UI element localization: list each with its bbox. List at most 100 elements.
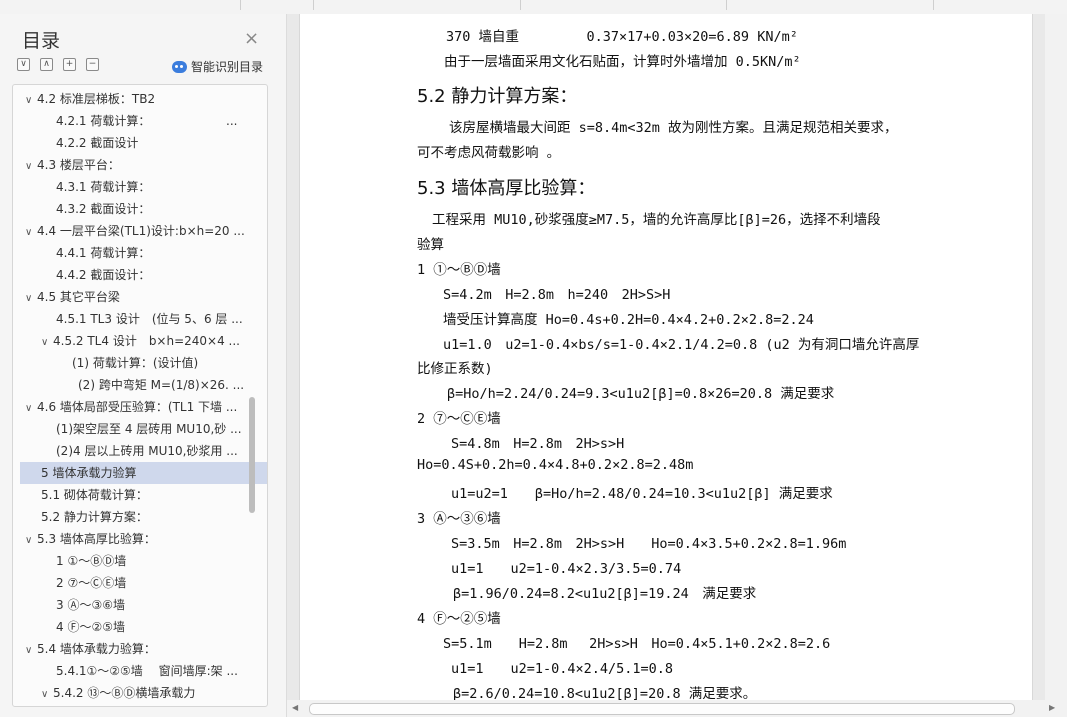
toc-item[interactable]: 4.2.2 截面设计 [13, 132, 267, 154]
toc-item-label: 4.2.2 截面设计 [56, 136, 139, 150]
expand-up-icon[interactable]: ∧ [40, 58, 53, 71]
add-heading-icon[interactable]: + [63, 58, 76, 71]
toc-item-label: 4.4.1 荷载计算： [56, 246, 151, 260]
toc-item[interactable]: 2 ⑦～ⒸⒺ墙 [13, 572, 267, 594]
toc-item[interactable]: (1) 荷载计算：(设计值) [13, 352, 267, 374]
toc-item-label: (2) 跨中弯矩 M=(1/8)×26. ... [78, 378, 245, 392]
toc-item[interactable]: 4 Ⓕ～②⑤墙 [13, 616, 267, 638]
toc-item[interactable]: ∨ 4.3 楼层平台： [13, 154, 259, 176]
toc-item-label: 4.6 墙体局部受压验算：(TL1 下墙 ... [37, 400, 238, 414]
toc-item-label: 4.5 其它平台梁 [37, 290, 120, 304]
toc-item[interactable]: ∨ 5.4.2 ⑬～ⒷⒹ横墙承载力 [13, 682, 267, 704]
more-icon[interactable]: ... [226, 110, 237, 132]
chevron-down-icon[interactable]: ∨ [25, 222, 37, 242]
toc-item[interactable]: 4.5.1 TL3 设计 (位与 5、6 层 ... [13, 308, 267, 330]
toc-scrollbar[interactable] [249, 397, 255, 513]
toc-item[interactable]: ∨ 4.5 其它平台梁 [13, 286, 259, 308]
doc-line: S=5.1m H=2.8m 2H>s>H Ho=0.4×5.1+0.2×2.8=… [443, 636, 831, 652]
toc-item[interactable]: 3 Ⓐ～③⑥墙 [13, 594, 267, 616]
horizontal-scrollbar[interactable]: ◀ ▶ [287, 700, 1067, 717]
ruler-tick [240, 0, 241, 10]
toc-item[interactable]: (2)4 层以上砖用 MU10,砂浆用 ... [13, 440, 267, 462]
doc-line: β=Ho/h=2.24/0.24=9.3<u1u2[β]=0.8×26=20.8… [447, 386, 835, 402]
toc-item-label: 4.5.1 TL3 设计 (位与 5、6 层 ... [56, 312, 243, 326]
close-icon[interactable]: × [244, 28, 259, 49]
doc-line: 1 ①～ⒷⒹ墙 [417, 262, 501, 278]
smart-toc-button[interactable]: 智能识别目录 [172, 58, 263, 75]
section-heading: 5.3 墙体高厚比验算： [417, 178, 596, 199]
toc-item[interactable]: 4.2.1 荷载计算：... [13, 110, 267, 132]
toc-toolbar: ∨ ∧ + − [17, 58, 99, 71]
horizontal-scroll-thumb[interactable] [309, 703, 1015, 715]
toc-sidebar: 目录 × ∨ ∧ + − 智能识别目录 ∨ 4.2 标准层梯板：TB2 4.2.1… [0, 14, 287, 717]
toc-item-label: 5 墙体承载力验算 [41, 466, 137, 480]
doc-line: 370 墙自重 0.37×17+0.03×20=6.89 KN/m² [446, 29, 798, 45]
toc-item-label: 4.5.2 TL4 设计 b×h=240×4 ... [53, 334, 240, 348]
chevron-down-icon[interactable]: ∨ [25, 156, 37, 176]
ruler-tick [520, 0, 521, 10]
remove-heading-icon[interactable]: − [86, 58, 99, 71]
chevron-down-icon[interactable]: ∨ [41, 332, 53, 352]
toc-item[interactable]: ∨ 4.6 墙体局部受压验算：(TL1 下墙 ... [13, 396, 259, 418]
doc-line: S=4.8m H=2.8m 2H>s>H [451, 436, 625, 452]
toc-item-selected[interactable]: 5 墙体承载力验算 [20, 462, 267, 484]
ruler-tick [313, 0, 314, 10]
toc-item[interactable]: (1)架空层至 4 层砖用 MU10,砂 ... [13, 418, 267, 440]
chevron-down-icon[interactable]: ∨ [25, 398, 37, 418]
doc-line: u1=1.0 u2=1-0.4×bs/s=1-0.4×2.1/4.2=0.8 (… [443, 337, 920, 353]
toc-item-label: 4.3.1 荷载计算： [56, 180, 151, 194]
doc-line: 验算 [417, 237, 444, 253]
doc-line: 墙受压计算高度 Ho=0.4s+0.2H=0.4×4.2+0.2×2.8=2.2… [443, 312, 814, 328]
toc-item-label: 4.3 楼层平台： [37, 158, 120, 172]
toc-item-label: 4.2 标准层梯板：TB2 [37, 92, 156, 106]
toc-item-label: 5.3 墙体高厚比验算： [37, 532, 156, 546]
toc-item-label: 4 Ⓕ～②⑤墙 [56, 620, 125, 634]
toc-item[interactable]: 4.4.2 截面设计： [13, 264, 267, 286]
vertical-scrollbar[interactable] [1045, 14, 1067, 700]
toc-item-label: 5.4.2 ⑬～ⒷⒹ横墙承载力 [53, 686, 196, 700]
toc-title: 目录 [22, 30, 61, 52]
toc-item-label: 4.4.2 截面设计： [56, 268, 151, 282]
toc-item[interactable]: 4.4.1 荷载计算： [13, 242, 267, 264]
doc-line: 4 Ⓕ～②⑤墙 [417, 611, 501, 627]
toc-item[interactable]: 5.2 静力计算方案： [13, 506, 267, 528]
toc-item-label: (1)架空层至 4 层砖用 MU10,砂 ... [56, 422, 242, 436]
doc-line: 工程采用 MU10,砂浆强度≥M7.5，墙的允许高厚比[β]=26，选择不利墙段 [432, 212, 881, 228]
top-ruler [0, 0, 1067, 15]
toc-item[interactable]: 1 ①～ⒷⒹ墙 [13, 550, 267, 572]
toc-item[interactable]: ∨ 5.3 墙体高厚比验算： [13, 528, 259, 550]
toc-item[interactable]: ∨ 5.4 墙体承载力验算： [13, 638, 259, 660]
robot-icon [172, 60, 187, 73]
doc-line: u1=1 u2=1-0.4×2.4/5.1=0.8 [451, 661, 674, 677]
doc-line: 3 Ⓐ～③⑥墙 [417, 511, 501, 527]
toc-item-label: 4.4 一层平台梁(TL1)设计:b×h=20 ... [37, 224, 245, 238]
toc-item[interactable]: 5.1 砌体荷载计算： [13, 484, 267, 506]
toc-item-label: 5.1 砌体荷载计算： [41, 488, 148, 502]
chevron-down-icon[interactable]: ∨ [41, 684, 53, 704]
toc-item[interactable]: (2) 跨中弯矩 M=(1/8)×26. ... [13, 374, 267, 396]
toc-item[interactable]: 5.4.1①～②⑤墙 窗间墙厚:架 ... [13, 660, 267, 682]
doc-line: 可不考虑风荷载影响 。 [417, 145, 561, 161]
toc-item[interactable]: ∨ 4.2 标准层梯板：TB2 [13, 88, 259, 110]
chevron-down-icon[interactable]: ∨ [25, 90, 37, 110]
chevron-down-icon[interactable]: ∨ [25, 530, 37, 550]
toc-item[interactable]: 4.3.1 荷载计算： [13, 176, 267, 198]
toc-item[interactable]: ∨ 4.5.2 TL4 设计 b×h=240×4 ... [13, 330, 267, 352]
doc-line: 2 ⑦～ⒸⒺ墙 [417, 411, 501, 427]
doc-line: β=2.6/0.24=10.8<u1u2[β]=20.8 满足要求。 [453, 686, 757, 702]
toc-item[interactable]: ∨ 4.4 一层平台梁(TL1)设计:b×h=20 ... [13, 220, 259, 242]
doc-line: S=4.2m H=2.8m h=240 2H>S>H [443, 287, 671, 303]
toc-item-label: 5.4.1①～②⑤墙 窗间墙厚:架 ... [56, 664, 238, 678]
scroll-left-icon[interactable]: ◀ [292, 703, 298, 712]
collapse-all-icon[interactable]: ∨ [17, 58, 30, 71]
chevron-down-icon[interactable]: ∨ [25, 640, 37, 660]
toc-item-label: 4.2.1 荷载计算： [56, 114, 151, 128]
ruler-tick [726, 0, 727, 10]
toc-item-label: 4.3.2 截面设计： [56, 202, 151, 216]
doc-line: 比修正系数) [417, 361, 493, 377]
toc-item-label: 5.4 墙体承载力验算： [37, 642, 156, 656]
scroll-right-icon[interactable]: ▶ [1049, 703, 1055, 712]
chevron-down-icon[interactable]: ∨ [25, 288, 37, 308]
toc-item[interactable]: 4.3.2 截面设计： [13, 198, 267, 220]
doc-line: β=1.96/0.24=8.2<u1u2[β]=19.24 满足要求 [453, 586, 757, 602]
